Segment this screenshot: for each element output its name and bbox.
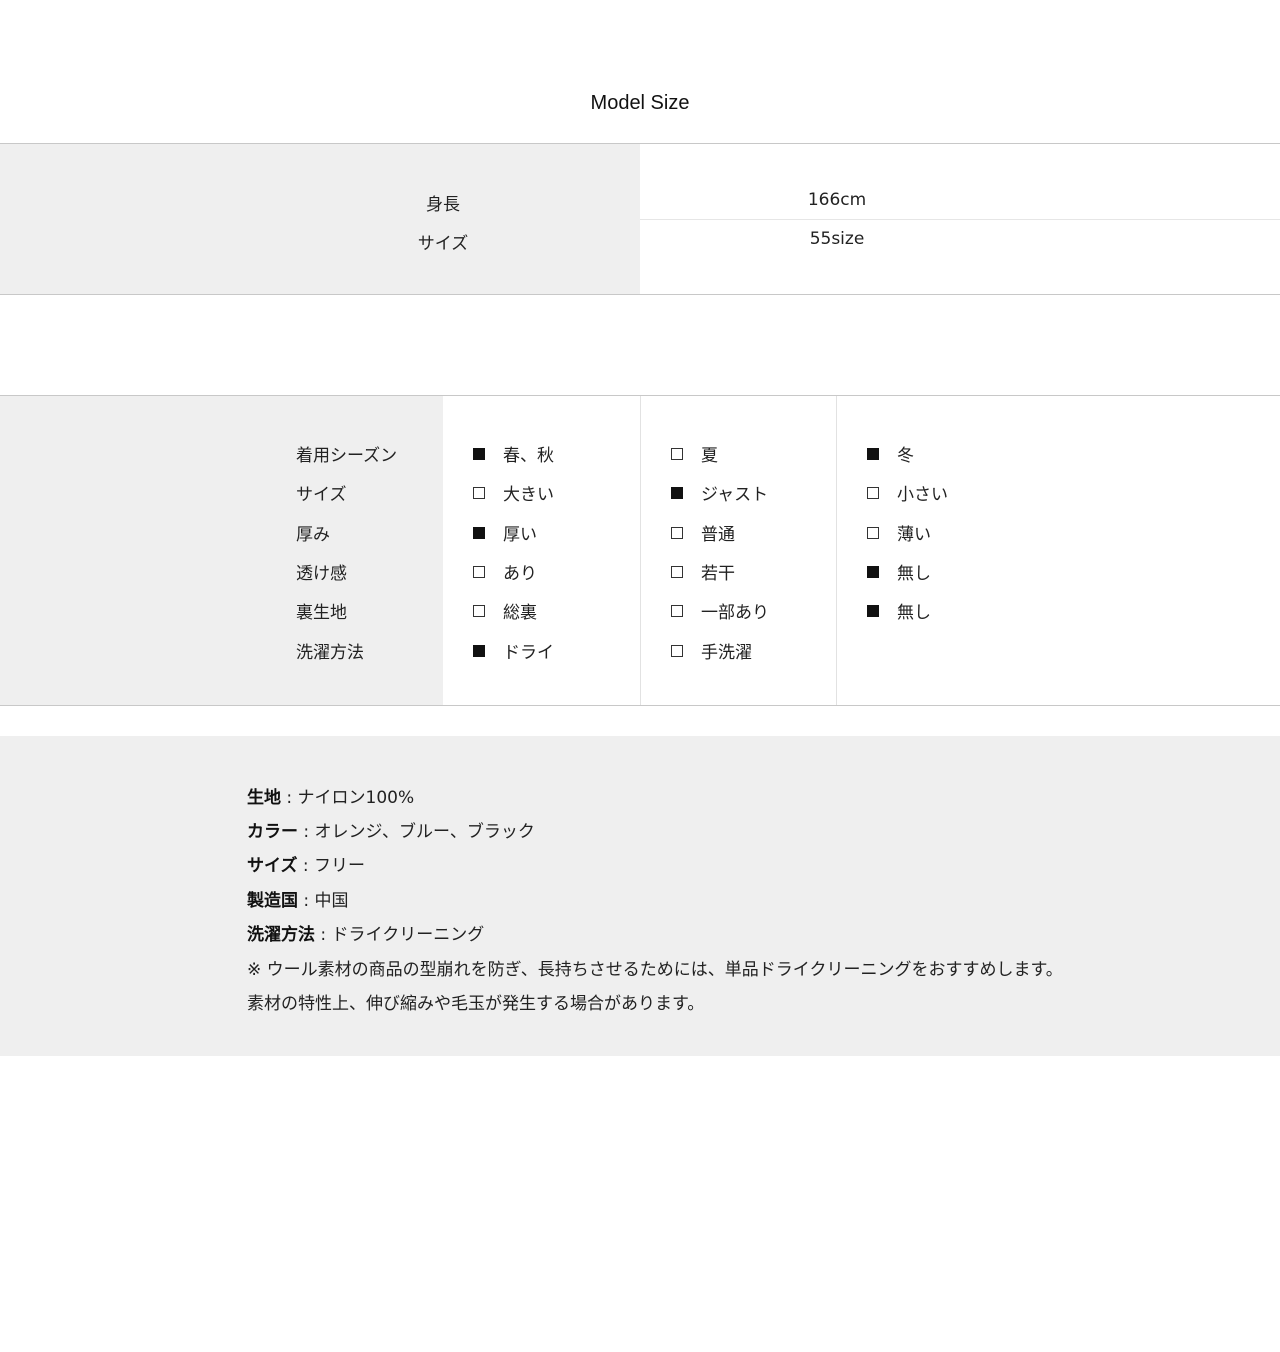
row-divider <box>640 219 1280 220</box>
attribute-option: 薄い <box>867 520 931 545</box>
page-title: Model Size <box>590 92 690 114</box>
info-material-key: 生地 <box>247 788 281 808</box>
attribute-label: 裏生地 <box>296 603 347 623</box>
attribute-option: 大きい <box>473 480 554 505</box>
attribute-option-label: 厚い <box>503 525 537 545</box>
option-column-3: 冬小さい 薄い 無し 無し <box>836 396 1280 705</box>
model-label-height: 身長 <box>426 195 460 215</box>
info-wash-value: ドライクリーニング <box>331 925 485 945</box>
info-material-value: ナイロン100% <box>297 788 415 808</box>
attribute-option: 無し <box>867 598 931 623</box>
unchecked-box-icon <box>473 487 485 499</box>
info-sep: : <box>298 822 315 842</box>
attribute-option: 若干 <box>671 559 735 584</box>
info-origin-value: 中国 <box>314 891 349 911</box>
unchecked-box-icon <box>671 566 683 578</box>
attribute-label: サイズ <box>296 485 347 505</box>
attribute-option-label: 冬 <box>897 446 914 466</box>
checked-box-icon <box>867 566 879 578</box>
info-sep: : <box>315 925 332 945</box>
info-note-material: 素材の特性上、伸び縮みや毛玉が発生する場合があります。 <box>247 994 705 1014</box>
attribute-option-label: 春、秋 <box>503 446 554 466</box>
attribute-option: あり <box>473 559 537 584</box>
attribute-option-label: 無し <box>897 603 931 623</box>
info-size-value: フリー <box>314 856 366 876</box>
model-value-size: 55size <box>809 229 865 249</box>
info-color: カラー : オレンジ、ブルー、ブラック <box>247 817 535 842</box>
model-size-table: 身長 サイズ 166cm 55size <box>0 143 1280 295</box>
attribute-option-label: 総裏 <box>503 603 537 623</box>
attribute-label: 厚み <box>296 525 330 545</box>
attribute-label: 着用シーズン <box>296 446 398 466</box>
info-wash-key: 洗濯方法 <box>247 925 315 945</box>
attribute-option-label: 普通 <box>701 525 735 545</box>
unchecked-box-icon <box>671 605 683 617</box>
attribute-option-label: 薄い <box>897 525 931 545</box>
checked-box-icon <box>867 448 879 460</box>
attribute-option-label: 手洗濯 <box>701 643 752 663</box>
attribute-option: ドライ <box>473 638 554 663</box>
info-sep: : <box>281 788 298 808</box>
attribute-option-label: 無し <box>897 564 931 584</box>
attribute-option-label: ジャスト <box>701 485 769 505</box>
attributes-table: 着用シーズン サイズ厚み透け感裏生地洗濯方法 春、秋大きい厚いあり総裏ドライ 夏ジ… <box>0 395 1280 706</box>
model-value-height: 166cm <box>807 190 867 210</box>
unchecked-box-icon <box>473 605 485 617</box>
checked-box-icon <box>473 527 485 539</box>
model-label-column: 身長 サイズ <box>0 144 640 294</box>
checked-box-icon <box>473 448 485 460</box>
attribute-option: 夏 <box>671 441 718 466</box>
attribute-option-label: 一部あり <box>701 603 769 623</box>
attribute-option-label: 小さい <box>897 485 948 505</box>
info-origin: 製造国 : 中国 <box>247 886 349 911</box>
model-value-column: 166cm 55size <box>640 144 1280 294</box>
attribute-option-label: 大きい <box>503 485 554 505</box>
info-sep: : <box>298 891 315 911</box>
info-size-key: サイズ <box>247 856 298 876</box>
model-label-size: サイズ <box>417 234 469 254</box>
checked-box-icon <box>473 645 485 657</box>
attribute-option: 無し <box>867 559 931 584</box>
unchecked-box-icon <box>473 566 485 578</box>
checked-box-icon <box>867 605 879 617</box>
unchecked-box-icon <box>671 448 683 460</box>
attribute-option: 春、秋 <box>473 441 554 466</box>
attribute-option: ジャスト <box>671 480 768 505</box>
unchecked-box-icon <box>867 527 879 539</box>
attribute-option-label: あり <box>503 564 537 584</box>
info-material: 生地 : ナイロン100% <box>247 783 414 808</box>
attribute-option: 厚い <box>473 520 537 545</box>
attribute-option: 総裏 <box>473 598 537 623</box>
info-wash: 洗濯方法 : ドライクリーニング <box>247 920 484 945</box>
attribute-option: 普通 <box>671 520 735 545</box>
attribute-option: 手洗濯 <box>671 638 752 663</box>
attribute-label-column: 着用シーズン サイズ厚み透け感裏生地洗濯方法 <box>0 396 443 705</box>
option-column-1: 春、秋大きい厚いあり総裏ドライ <box>443 396 640 705</box>
info-note-care: ※ ウール素材の商品の型崩れを防ぎ、長持ちさせるためには、単品ドライクリーニング… <box>247 960 1063 980</box>
attribute-option: 冬 <box>867 441 914 466</box>
unchecked-box-icon <box>867 487 879 499</box>
checked-box-icon <box>671 487 683 499</box>
info-color-key: カラー <box>247 822 298 842</box>
info-color-value: オレンジ、ブルー、ブラック <box>314 822 535 842</box>
info-size: サイズ : フリー <box>247 851 365 876</box>
attribute-label: 透け感 <box>296 564 347 584</box>
attribute-option-label: ドライ <box>503 643 554 663</box>
unchecked-box-icon <box>671 527 683 539</box>
info-origin-key: 製造国 <box>247 891 298 911</box>
product-info-box: 生地 : ナイロン100% カラー : オレンジ、ブルー、ブラック サイズ : … <box>0 736 1280 1056</box>
attribute-option: 一部あり <box>671 598 769 623</box>
attribute-option: 小さい <box>867 480 948 505</box>
unchecked-box-icon <box>671 645 683 657</box>
info-sep: : <box>297 856 315 876</box>
attribute-option-label: 若干 <box>701 564 735 584</box>
attribute-option-label: 夏 <box>701 446 718 466</box>
attribute-label: 洗濯方法 <box>296 643 364 663</box>
option-column-2: 夏ジャスト普通若干一部あり手洗濯 <box>640 396 837 705</box>
